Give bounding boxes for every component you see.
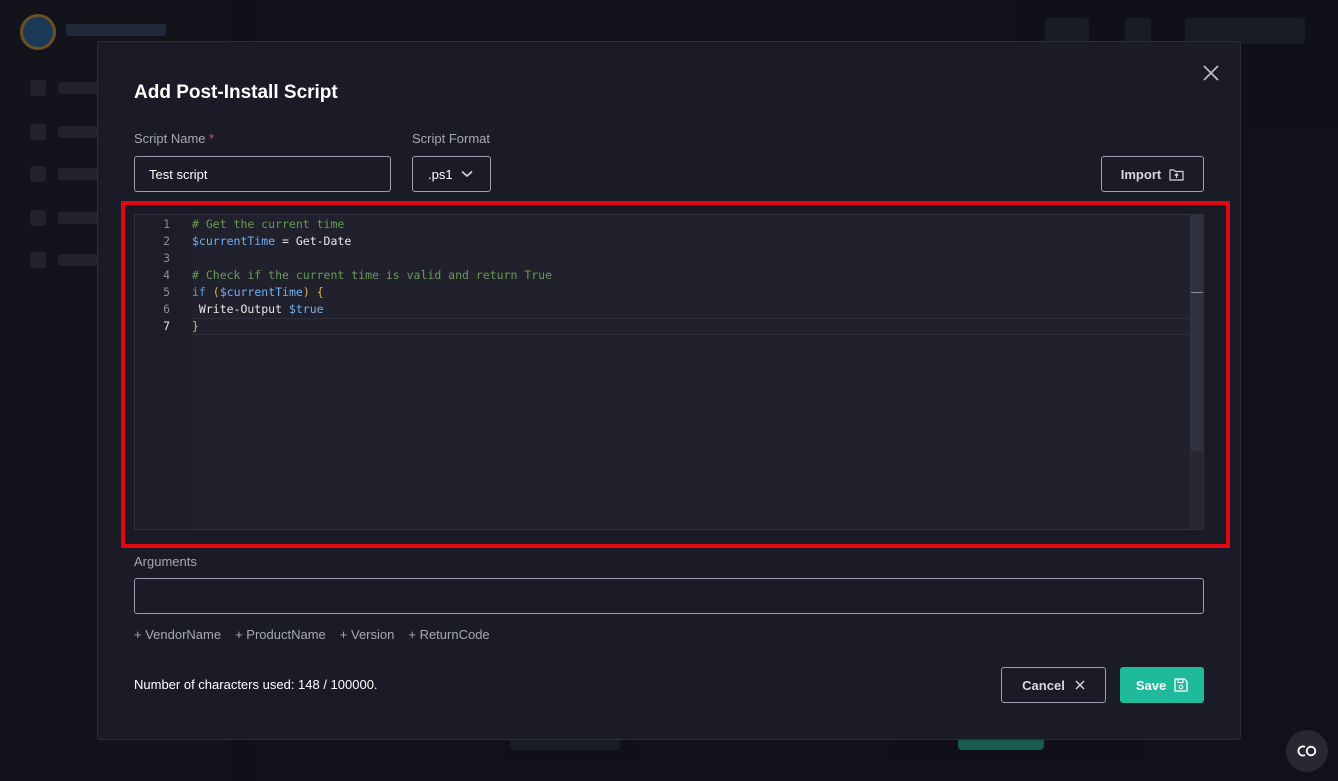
editor-scroll-marker xyxy=(1191,292,1203,293)
editor-scroll-thumb[interactable] xyxy=(1191,215,1203,451)
script-name-label-text: Script Name xyxy=(134,131,206,146)
argument-token-list: + VendorName + ProductName + Version + R… xyxy=(134,627,490,642)
character-count: Number of characters used: 148 / 100000. xyxy=(134,677,378,692)
floppy-disk-icon xyxy=(1174,678,1188,692)
editor-scrollbar[interactable] xyxy=(1190,215,1203,529)
cancel-label: Cancel xyxy=(1022,677,1065,693)
modal-title: Add Post-Install Script xyxy=(134,82,338,103)
close-icon xyxy=(1203,65,1219,81)
chevron-down-icon xyxy=(461,170,473,178)
save-label: Save xyxy=(1135,677,1167,693)
code-editor[interactable]: 1 2 3 4 5 6 7 # Get the current time $cu… xyxy=(134,214,1204,530)
code-line: if ($currentTime) { xyxy=(192,285,324,299)
line-number: 5 xyxy=(163,285,170,299)
import-label: Import xyxy=(1120,166,1162,182)
line-number: 3 xyxy=(163,251,170,265)
script-format-label: Script Format xyxy=(412,131,491,146)
line-number: 2 xyxy=(163,234,170,248)
close-button[interactable] xyxy=(1200,62,1222,84)
code-line: # Check if the current time is valid and… xyxy=(192,268,553,282)
add-script-modal: Add Post-Install Script Script Name * Sc… xyxy=(97,41,1241,740)
line-number: 4 xyxy=(163,268,170,282)
line-number: 1 xyxy=(163,217,170,231)
line-number: 6 xyxy=(163,302,170,316)
token-return-code[interactable]: + ReturnCode xyxy=(408,627,489,642)
code-line: } xyxy=(192,319,199,333)
script-name-label: Script Name * xyxy=(134,131,214,146)
arguments-label: Arguments xyxy=(134,554,197,569)
code-line: Write-Output $true xyxy=(192,302,324,316)
chat-widget-button[interactable] xyxy=(1286,730,1328,772)
background-nav-icon xyxy=(30,80,46,96)
folder-upload-icon xyxy=(1169,168,1184,181)
token-version[interactable]: + Version xyxy=(340,627,395,642)
cancel-button[interactable]: Cancel xyxy=(1001,667,1106,703)
app-logo xyxy=(20,14,56,50)
line-number-active: 7 xyxy=(163,319,170,333)
required-marker: * xyxy=(209,131,215,146)
x-icon xyxy=(1075,680,1085,690)
import-button[interactable]: Import xyxy=(1101,156,1204,192)
chat-widget-icon xyxy=(1297,745,1317,757)
background-nav-icon xyxy=(30,252,46,268)
save-button[interactable]: Save xyxy=(1120,667,1204,703)
script-name-input[interactable] xyxy=(134,156,391,192)
token-product-name[interactable]: + ProductName xyxy=(235,627,326,642)
token-vendor-name[interactable]: + VendorName xyxy=(134,627,221,642)
editor-gutter: 1 2 3 4 5 6 7 xyxy=(135,215,192,529)
active-line-highlight xyxy=(192,318,1202,335)
background-nav-icon xyxy=(30,166,46,182)
script-format-select[interactable]: .ps1 xyxy=(412,156,491,192)
code-line: # Get the current time xyxy=(192,217,345,231)
script-format-value: .ps1 xyxy=(428,166,453,182)
background-nav-icon xyxy=(30,124,46,140)
arguments-input[interactable] xyxy=(134,578,1204,614)
code-line: $currentTime = Get-Date xyxy=(192,234,352,248)
app-logo-text xyxy=(66,24,166,36)
background-nav-icon xyxy=(30,210,46,226)
